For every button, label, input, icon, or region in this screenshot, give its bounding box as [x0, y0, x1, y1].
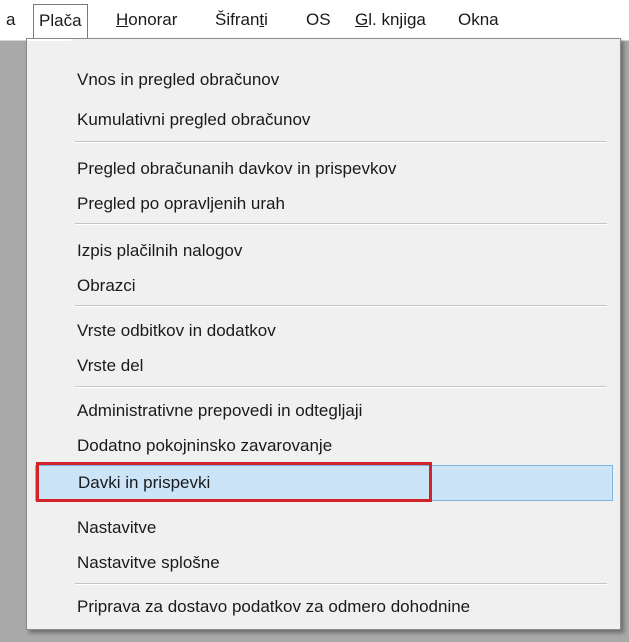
menu-item-gl-knjiga[interactable]: Gl. knjiga: [355, 0, 426, 40]
placa-dropdown-menu: Vnos in pregled obračunov Kumulativni pr…: [26, 38, 621, 630]
menu-separator: [75, 223, 607, 225]
menu-item-gl-knjiga-rest: l. knjiga: [368, 10, 426, 29]
menu-item-pregled-obracunanih-davkov[interactable]: Pregled obračunanih davkov in prispevkov: [35, 151, 613, 187]
menu-item-izpis-placilnih-nalogov[interactable]: Izpis plačilnih nalogov: [35, 233, 613, 269]
menu-item-os[interactable]: OS: [306, 0, 331, 40]
menu-item-pregled-po-urah[interactable]: Pregled po opravljenih urah: [35, 186, 613, 222]
menu-item-okna[interactable]: Okna: [458, 0, 499, 40]
menu-item-dodatno-pokojninsko[interactable]: Dodatno pokojninsko zavarovanje: [35, 428, 613, 464]
menu-separator: [75, 305, 607, 307]
menu-bar: a Plača Honorar Šifranti OS Gl. knjiga O…: [0, 0, 629, 41]
menu-item-sifranti-rest: i: [264, 10, 268, 29]
menu-separator: [75, 141, 607, 143]
menu-item-obrazci[interactable]: Obrazci: [35, 268, 613, 304]
mnemonic-h: H: [116, 10, 129, 29]
menu-item-administrativne-prepovedi[interactable]: Administrativne prepovedi in odtegljaji: [35, 393, 613, 429]
menu-item-vnos-in-pregled-obracunov[interactable]: Vnos in pregled obračunov: [35, 62, 613, 98]
menu-item-honorar-rest: onorar: [128, 10, 178, 29]
menu-item-davki-in-prispevki[interactable]: Davki in prispevki: [35, 465, 613, 501]
menu-separator: [75, 583, 607, 585]
menu-item-priprava-za-dostavo[interactable]: Priprava za dostavo podatkov za odmero d…: [35, 589, 613, 625]
menu-item-honorar[interactable]: Honorar: [116, 0, 177, 40]
menu-item-nastavitve-splosne[interactable]: Nastavitve splošne: [35, 545, 613, 581]
menu-item-placa[interactable]: Plača: [33, 4, 88, 38]
menu-item-vrste-del[interactable]: Vrste del: [35, 348, 613, 384]
menu-item-sifranti-pre: Šifran: [215, 10, 260, 29]
menu-item-partial[interactable]: a: [6, 0, 15, 40]
menu-connector: [27, 39, 71, 41]
menu-item-nastavitve[interactable]: Nastavitve: [35, 510, 613, 546]
menu-item-kumulativni-pregled[interactable]: Kumulativni pregled obračunov: [35, 102, 613, 138]
menu-separator: [75, 386, 607, 388]
menu-item-sifranti[interactable]: Šifranti: [215, 0, 268, 40]
menu-item-vrste-odbitkov[interactable]: Vrste odbitkov in dodatkov: [35, 313, 613, 349]
mnemonic-g: G: [355, 10, 369, 29]
